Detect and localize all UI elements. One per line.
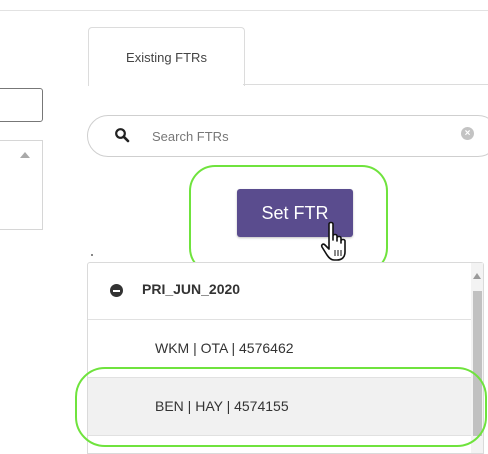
hand-pointer-cursor-icon [320,221,346,261]
tab-existing-ftrs-label: Existing FTRs [126,50,207,65]
left-scroll-up-arrow-icon[interactable] [20,152,30,158]
search-ftrs-input[interactable] [152,126,402,146]
search-ftrs-box: × [87,115,488,157]
search-icon [115,128,130,143]
tab-bar-divider [243,84,488,85]
collapse-minus-icon[interactable] [110,284,123,297]
top-divider [0,10,488,11]
scroll-up-arrow-icon[interactable] [473,273,481,279]
left-panel-input[interactable] [0,88,43,122]
tab-existing-ftrs[interactable]: Existing FTRs [88,27,245,86]
ftr-list-item-label: WKM | OTA | 4576462 [155,340,294,356]
highlight-ring-selected-row [75,367,487,447]
clear-icon[interactable]: × [461,127,474,140]
ftr-group-header[interactable]: PRI_JUN_2020 [88,263,471,320]
stray-dot [91,254,93,256]
ftr-group-label: PRI_JUN_2020 [142,281,241,297]
